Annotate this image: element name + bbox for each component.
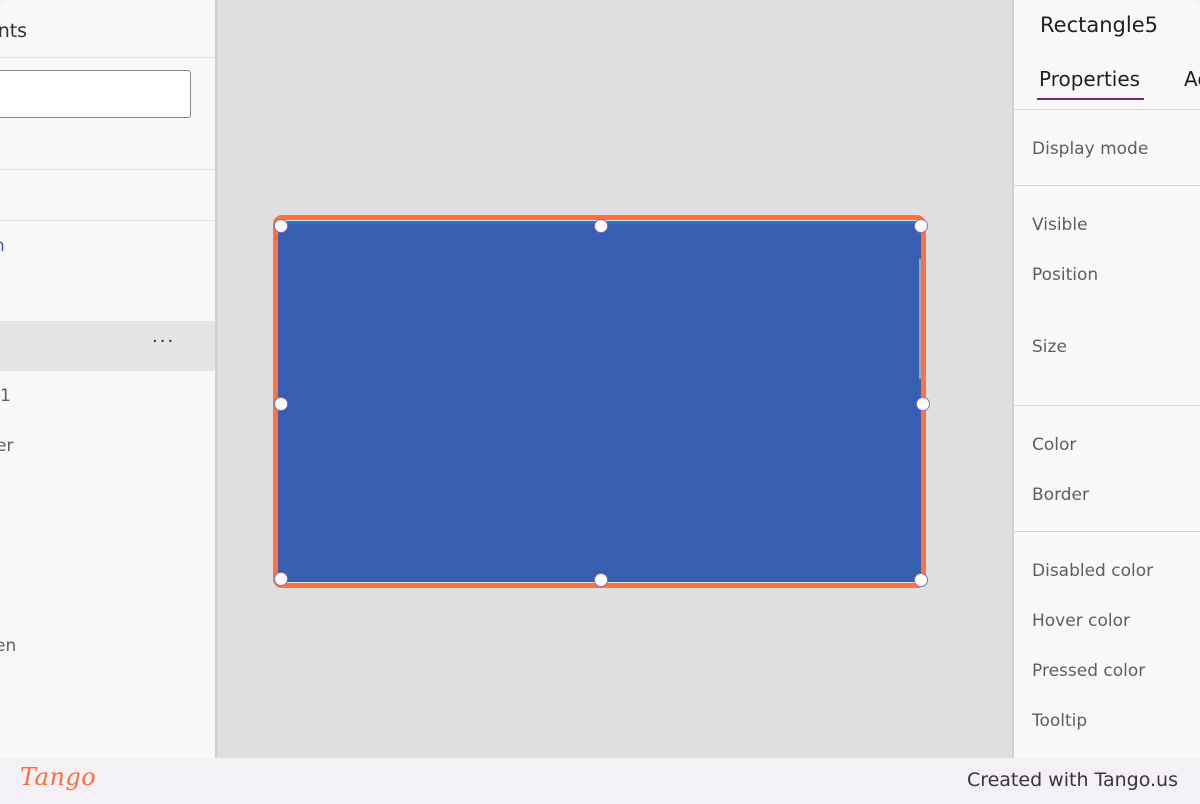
property-border: Border <box>1032 485 1089 505</box>
resize-handle-top[interactable] <box>595 220 607 232</box>
rectangle-shape[interactable] <box>273 215 930 588</box>
property-hover-color: Hover color <box>1032 611 1130 631</box>
resize-handle-bottom-right[interactable] <box>915 574 927 586</box>
divider <box>0 169 215 170</box>
tab-properties[interactable]: Properties <box>1036 67 1145 100</box>
property-color: Color <box>1032 435 1077 455</box>
property-size: Size <box>1032 337 1067 357</box>
tree-item[interactable]: n <box>0 222 215 272</box>
property-position: Position <box>1032 265 1099 285</box>
property-disabled-color: Disabled color <box>1032 561 1154 581</box>
tree-item-label: 1 <box>0 386 11 406</box>
resize-handle-bottom[interactable] <box>595 574 607 586</box>
search-input[interactable] <box>0 70 191 118</box>
tree-view-panel: ents n ··· 1 er en <box>0 0 217 758</box>
property-visible: Visible <box>1032 215 1088 235</box>
tree-item-label: n <box>0 236 5 256</box>
tab-advanced[interactable]: Ad <box>1184 67 1200 91</box>
divider <box>1014 531 1200 532</box>
properties-panel: Rectangle5 Properties Ad Display mode Vi… <box>1012 0 1200 758</box>
resize-handle-left[interactable] <box>275 398 287 410</box>
tree-item[interactable]: en <box>0 622 215 672</box>
tree-item[interactable]: 1 <box>0 372 215 422</box>
divider <box>0 220 215 221</box>
property-tooltip: Tooltip <box>1032 711 1088 731</box>
app-window: ents n ··· 1 er en <box>0 0 1200 758</box>
selection-border <box>273 215 926 588</box>
resize-handle-top-right[interactable] <box>915 220 927 232</box>
tango-footer: Tango Created with Tango.us <box>0 758 1200 804</box>
tree-item-label: en <box>0 636 17 656</box>
divider <box>0 57 215 58</box>
more-options-icon[interactable]: ··· <box>152 331 175 352</box>
resize-handle-top-left[interactable] <box>275 220 287 232</box>
resize-handle-right[interactable] <box>917 398 929 410</box>
tree-item[interactable]: er <box>0 422 215 472</box>
divider <box>1014 185 1200 186</box>
tree-item-label: er <box>0 436 14 456</box>
tree-view-title: ents <box>0 20 28 42</box>
tango-logo: Tango <box>20 763 97 791</box>
tree-item-selected[interactable]: ··· <box>0 321 215 371</box>
property-pressed-color: Pressed color <box>1032 661 1146 681</box>
divider <box>1014 405 1200 406</box>
property-display-mode: Display mode <box>1032 139 1149 159</box>
tango-credit: Created with Tango.us <box>966 769 1178 791</box>
selected-control-name: Rectangle5 <box>1040 13 1158 37</box>
divider <box>1014 109 1200 110</box>
resize-handle-bottom-left[interactable] <box>275 573 287 585</box>
